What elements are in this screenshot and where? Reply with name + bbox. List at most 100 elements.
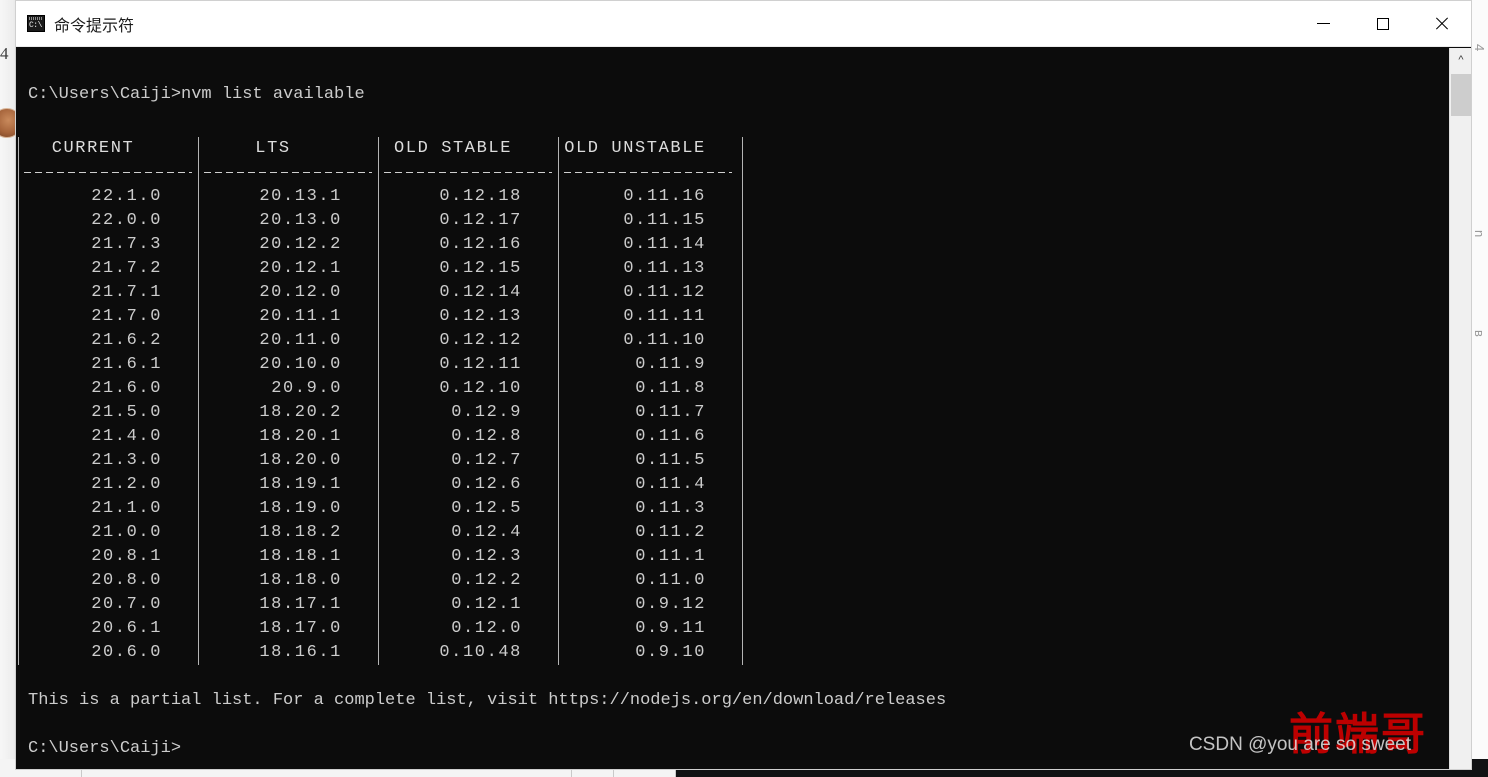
version-cell: 0.12.14 — [439, 283, 522, 302]
version-cell: 0.12.2 — [451, 571, 522, 590]
table-row: 21.4.0 18.20.1 0.12.8 0.11.6 — [16, 425, 1471, 449]
scrollbar-thumb[interactable] — [1451, 74, 1471, 116]
column-separator — [198, 473, 199, 497]
table-row: 21.0.0 18.18.2 0.12.4 0.11.2 — [16, 521, 1471, 545]
column-separator — [378, 305, 379, 329]
column-separator — [742, 281, 743, 305]
version-cell: 0.12.11 — [439, 355, 522, 374]
column-separator — [378, 353, 379, 377]
close-button[interactable] — [1412, 1, 1471, 47]
column-separator — [18, 185, 19, 209]
version-cell: 0.12.15 — [439, 259, 522, 278]
version-cell: 0.12.7 — [451, 451, 522, 470]
column-separator — [378, 329, 379, 353]
version-cell: 20.13.1 — [259, 187, 342, 206]
column-separator — [378, 401, 379, 425]
version-cell: 0.11.9 — [635, 355, 706, 374]
column-separator — [198, 353, 199, 377]
column-separator — [18, 521, 19, 545]
vertical-scrollbar[interactable]: ^ — [1449, 48, 1471, 769]
window-controls — [1294, 1, 1471, 47]
column-separator — [558, 497, 559, 521]
column-separator — [198, 257, 199, 281]
column-separator — [558, 545, 559, 569]
column-separator — [198, 569, 199, 593]
version-cell: 0.11.14 — [623, 235, 706, 254]
column-separator — [198, 137, 199, 161]
minimize-button[interactable] — [1294, 1, 1353, 47]
command-prompt-window: C:\ 命令提示符 C:\Users\Caiji>nvm list availa… — [16, 1, 1471, 769]
version-cell: 20.12.2 — [259, 235, 342, 254]
column-separator — [198, 281, 199, 305]
version-cell: 0.11.2 — [635, 523, 706, 542]
version-cell: 18.18.2 — [259, 523, 342, 542]
table-row: 20.8.0 18.18.0 0.12.2 0.11.0 — [16, 569, 1471, 593]
table-row: 21.6.2 20.11.0 0.12.12 0.11.10 — [16, 329, 1471, 353]
column-separator — [558, 353, 559, 377]
table-header-row: CURRENT LTS OLD STABLE OLD UNSTABLE — [16, 137, 1471, 161]
version-cell: 20.10.0 — [259, 355, 342, 374]
column-separator — [18, 209, 19, 233]
dashed-separator — [564, 172, 732, 173]
column-separator — [378, 641, 379, 665]
dashed-separator — [24, 172, 192, 173]
column-separator — [558, 521, 559, 545]
column-separator — [18, 233, 19, 257]
version-cell: 21.7.2 — [91, 259, 162, 278]
column-separator — [378, 617, 379, 641]
version-cell: 0.11.1 — [635, 547, 706, 566]
column-separator — [558, 233, 559, 257]
command-prompt-icon-text: C:\ — [29, 21, 42, 30]
terminal-output-area[interactable]: C:\Users\Caiji>nvm list available CURREN… — [16, 47, 1471, 769]
column-separator — [742, 617, 743, 641]
version-cell: 20.6.0 — [91, 643, 162, 662]
version-cell: 0.12.18 — [439, 187, 522, 206]
maximize-button[interactable] — [1353, 1, 1412, 47]
column-separator — [198, 305, 199, 329]
version-cell: 22.1.0 — [91, 187, 162, 206]
command-prompt-icon: C:\ — [27, 15, 45, 32]
version-cell: 21.3.0 — [91, 451, 162, 470]
scroll-up-icon[interactable]: ^ — [1450, 48, 1472, 72]
column-separator — [742, 353, 743, 377]
version-cell: 18.19.0 — [259, 499, 342, 518]
column-separator — [378, 473, 379, 497]
version-cell: 18.20.2 — [259, 403, 342, 422]
maximize-icon — [1376, 17, 1389, 30]
version-cell: 0.11.6 — [635, 427, 706, 446]
column-separator — [378, 161, 379, 185]
version-cell: 18.17.0 — [259, 619, 342, 638]
column-separator — [742, 497, 743, 521]
column-separator — [558, 425, 559, 449]
version-cell: 20.11.0 — [259, 331, 342, 350]
column-separator — [558, 161, 559, 185]
version-cell: 0.12.0 — [451, 619, 522, 638]
column-separator — [198, 449, 199, 473]
column-separator — [18, 137, 19, 161]
column-separator — [18, 593, 19, 617]
column-separator — [742, 473, 743, 497]
column-separator — [378, 377, 379, 401]
version-cell: 0.12.9 — [451, 403, 522, 422]
column-separator — [742, 569, 743, 593]
table-row: 22.0.0 20.13.0 0.12.17 0.11.15 — [16, 209, 1471, 233]
column-separator — [378, 593, 379, 617]
version-cell: 18.20.0 — [259, 451, 342, 470]
version-cell: 20.11.1 — [259, 307, 342, 326]
version-cell: 0.12.12 — [439, 331, 522, 350]
table-row: 21.7.0 20.11.1 0.12.13 0.11.11 — [16, 305, 1471, 329]
partial-list-note: This is a partial list. For a complete l… — [28, 691, 947, 710]
column-separator — [742, 329, 743, 353]
table-row: 21.6.0 20.9.0 0.12.10 0.11.8 — [16, 377, 1471, 401]
version-cell: 20.8.1 — [91, 547, 162, 566]
column-separator — [18, 497, 19, 521]
column-separator — [198, 641, 199, 665]
window-titlebar[interactable]: C:\ 命令提示符 — [16, 1, 1471, 47]
version-cell: 21.2.0 — [91, 475, 162, 494]
column-separator — [198, 209, 199, 233]
column-separator — [742, 401, 743, 425]
version-cell: 21.6.2 — [91, 331, 162, 350]
column-separator — [558, 329, 559, 353]
version-cell: 0.12.17 — [439, 211, 522, 230]
version-cell: 21.6.0 — [91, 379, 162, 398]
